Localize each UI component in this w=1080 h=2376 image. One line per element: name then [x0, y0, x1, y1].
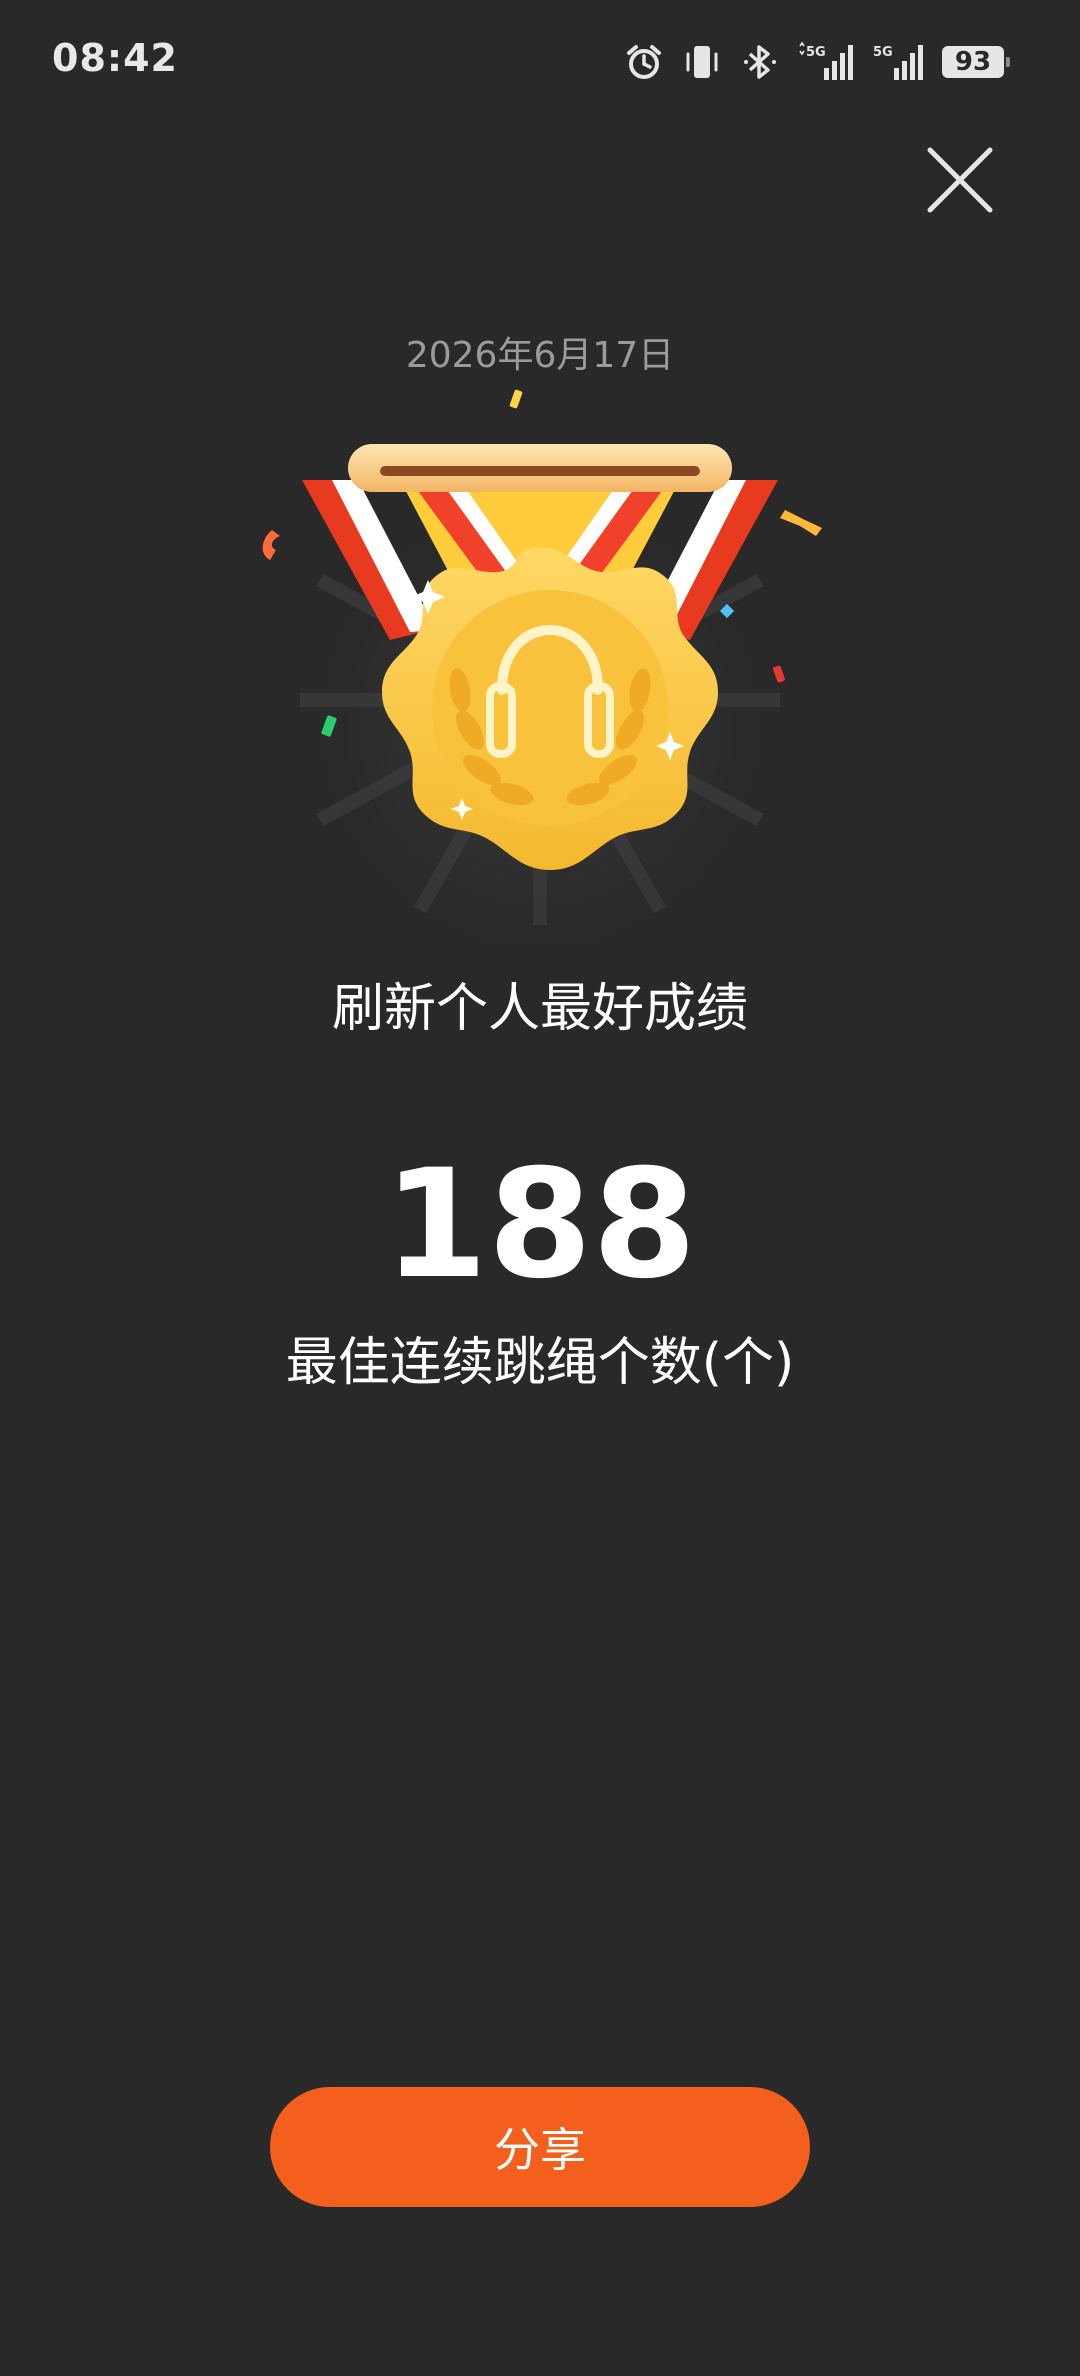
record-label: 最佳连续跳绳个数(个): [285, 1333, 795, 1393]
battery-indicator: 93: [942, 46, 1010, 78]
signal-5g-icon: 5G: [872, 42, 924, 82]
status-icons: 5G 5G 93: [624, 38, 1010, 86]
vibrate-icon: [682, 42, 722, 82]
battery-level: 93: [954, 47, 992, 77]
share-button-label: 分享: [494, 2123, 586, 2177]
status-bar: 08:42 5G 5G 93: [0, 0, 1080, 120]
svg-text:5G: 5G: [873, 45, 893, 60]
close-icon: [927, 147, 993, 213]
bluetooth-icon: [740, 42, 780, 82]
share-button[interactable]: 分享: [270, 2087, 810, 2207]
status-time: 08:42: [52, 36, 178, 80]
close-button[interactable]: [920, 140, 1000, 220]
record-value: 188: [383, 1138, 697, 1312]
signal-5g-icon: 5G: [798, 42, 854, 82]
medal-illustration: [240, 380, 840, 950]
record-date: 2026年6月17日: [405, 335, 675, 376]
svg-text:5G: 5G: [806, 45, 826, 60]
alarm-icon: [624, 42, 664, 82]
jump-rope-medal-icon: [262, 389, 822, 950]
headline: 刷新个人最好成绩: [331, 979, 748, 1039]
